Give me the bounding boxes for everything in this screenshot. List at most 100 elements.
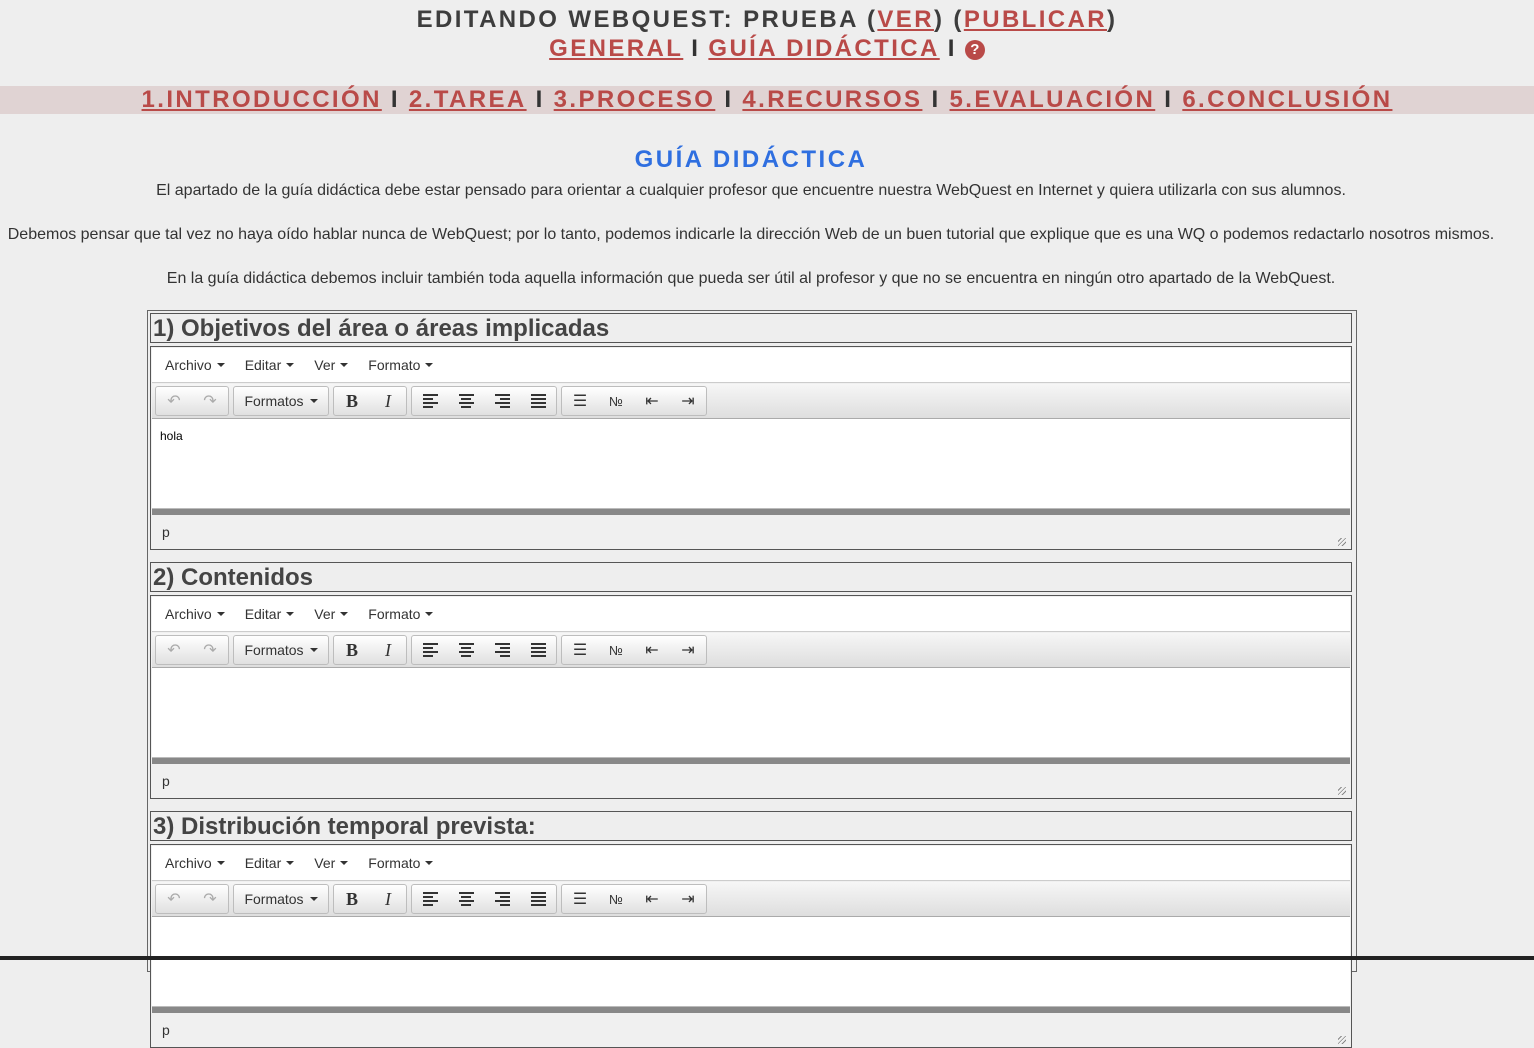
editor-toolbar: ↶ ↷ Formatos B I ☰ № ⇤ ⇥: [152, 633, 1350, 668]
align-left-icon[interactable]: [412, 387, 448, 415]
rich-text-editor: Archivo Editar Ver Formato ↶ ↷ Formatos B I: [150, 844, 1352, 1048]
nav-evaluacion[interactable]: 5.EVALUACIÓN: [950, 86, 1156, 113]
publish-link[interactable]: PUBLICAR: [964, 6, 1107, 33]
style-group: B I: [333, 386, 407, 416]
chevron-down-icon: [425, 861, 434, 865]
resize-grip-icon[interactable]: [1338, 787, 1346, 795]
redo-icon[interactable]: ↷: [192, 636, 228, 664]
history-group: ↶ ↷: [155, 635, 229, 665]
style-group: B I: [333, 884, 407, 914]
numbered-list-icon[interactable]: №: [598, 636, 634, 664]
menu-label: Archivo: [165, 357, 212, 373]
menu-formato[interactable]: Formato: [358, 855, 443, 871]
element-path: p: [162, 524, 170, 540]
outdent-icon[interactable]: ⇤: [634, 885, 670, 913]
general-link[interactable]: GENERAL: [549, 35, 683, 62]
editor-menubar: Archivo Editar Ver Formato: [152, 846, 1350, 881]
chevron-down-icon: [340, 363, 349, 367]
indent-icon[interactable]: ⇥: [670, 885, 706, 913]
align-right-icon[interactable]: [484, 387, 520, 415]
history-group: ↶ ↷: [155, 386, 229, 416]
separator: I: [931, 86, 941, 113]
intro-paragraph-1: El apartado de la guía didáctica debe es…: [156, 182, 1346, 199]
menu-ver[interactable]: Ver: [304, 855, 358, 871]
editor-statusbar: p: [152, 764, 1350, 798]
formats-dropdown[interactable]: Formatos: [234, 885, 328, 913]
window-bottom-edge: [0, 956, 1534, 960]
chevron-down-icon: [309, 897, 318, 901]
nav-conclusion[interactable]: 6.CONCLUSIÓN: [1182, 86, 1392, 113]
italic-button[interactable]: I: [370, 387, 406, 415]
nav-introduccion[interactable]: 1.INTRODUCCIÓN: [142, 86, 382, 113]
menu-ver[interactable]: Ver: [304, 606, 358, 622]
editor-toolbar: ↶ ↷ Formatos B I ☰ № ⇤ ⇥: [152, 384, 1350, 419]
numbered-list-icon[interactable]: №: [598, 885, 634, 913]
bold-button[interactable]: B: [334, 885, 370, 913]
chevron-down-icon: [286, 363, 295, 367]
undo-icon[interactable]: ↶: [156, 636, 192, 664]
chevron-down-icon: [309, 648, 318, 652]
align-justify-icon[interactable]: [520, 387, 556, 415]
indent-icon[interactable]: ⇥: [670, 636, 706, 664]
guide-link[interactable]: GUÍA DIDÁCTICA: [708, 35, 939, 62]
redo-icon[interactable]: ↷: [192, 387, 228, 415]
align-center-icon[interactable]: [448, 636, 484, 664]
align-center-icon[interactable]: [448, 387, 484, 415]
numbered-list-icon[interactable]: №: [598, 387, 634, 415]
menu-archivo[interactable]: Archivo: [155, 606, 235, 622]
align-right-icon[interactable]: [484, 885, 520, 913]
align-center-icon[interactable]: [448, 885, 484, 913]
menu-editar[interactable]: Editar: [235, 606, 305, 622]
menu-label: Ver: [314, 357, 336, 373]
chevron-down-icon: [286, 861, 295, 865]
align-justify-icon[interactable]: [520, 885, 556, 913]
editor-statusbar: p: [152, 1013, 1350, 1047]
editor-content-area[interactable]: [152, 917, 1350, 1007]
bullet-list-icon[interactable]: ☰: [562, 387, 598, 415]
bullet-list-icon[interactable]: ☰: [562, 636, 598, 664]
formats-dropdown[interactable]: Formatos: [234, 636, 328, 664]
editor-content-area[interactable]: [152, 668, 1350, 758]
outdent-icon[interactable]: ⇤: [634, 387, 670, 415]
menu-ver[interactable]: Ver: [304, 357, 358, 373]
formats-dropdown[interactable]: Formatos: [234, 387, 328, 415]
header-suffix: ): [1107, 6, 1118, 33]
nav-proceso[interactable]: 3.PROCESO: [554, 86, 716, 113]
separator: I: [535, 86, 545, 113]
bold-button[interactable]: B: [334, 636, 370, 664]
menu-editar[interactable]: Editar: [235, 855, 305, 871]
separator: I: [947, 35, 957, 62]
resize-grip-icon[interactable]: [1338, 538, 1346, 546]
header-mid: ) (: [933, 6, 964, 33]
menu-archivo[interactable]: Archivo: [155, 855, 235, 871]
help-icon[interactable]: ?: [964, 40, 985, 60]
outdent-icon[interactable]: ⇤: [634, 636, 670, 664]
page-title: GUÍA DIDÁCTICA: [634, 146, 868, 173]
menu-archivo[interactable]: Archivo: [155, 357, 235, 373]
undo-icon[interactable]: ↶: [156, 387, 192, 415]
align-left-icon[interactable]: [412, 885, 448, 913]
formats-label: Formatos: [244, 642, 304, 658]
italic-button[interactable]: I: [370, 885, 406, 913]
redo-icon[interactable]: ↷: [192, 885, 228, 913]
separator: I: [724, 86, 734, 113]
style-group: B I: [333, 635, 407, 665]
view-link[interactable]: VER: [877, 6, 934, 33]
nav-recursos[interactable]: 4.RECURSOS: [742, 86, 922, 113]
bold-button[interactable]: B: [334, 387, 370, 415]
align-right-icon[interactable]: [484, 636, 520, 664]
bullet-list-icon[interactable]: ☰: [562, 885, 598, 913]
nav-tarea[interactable]: 2.TAREA: [409, 86, 527, 113]
menu-editar[interactable]: Editar: [235, 357, 305, 373]
align-justify-icon[interactable]: [520, 636, 556, 664]
editor-content-area[interactable]: hola: [152, 419, 1350, 509]
undo-icon[interactable]: ↶: [156, 885, 192, 913]
italic-button[interactable]: I: [370, 636, 406, 664]
indent-icon[interactable]: ⇥: [670, 387, 706, 415]
menu-formato[interactable]: Formato: [358, 606, 443, 622]
menu-formato[interactable]: Formato: [358, 357, 443, 373]
align-left-icon[interactable]: [412, 636, 448, 664]
list-group: ☰ № ⇤ ⇥: [561, 884, 707, 914]
resize-grip-icon[interactable]: [1338, 1036, 1346, 1044]
guide-section: 1) Objetivos del área o áreas implicadas…: [150, 313, 1352, 550]
